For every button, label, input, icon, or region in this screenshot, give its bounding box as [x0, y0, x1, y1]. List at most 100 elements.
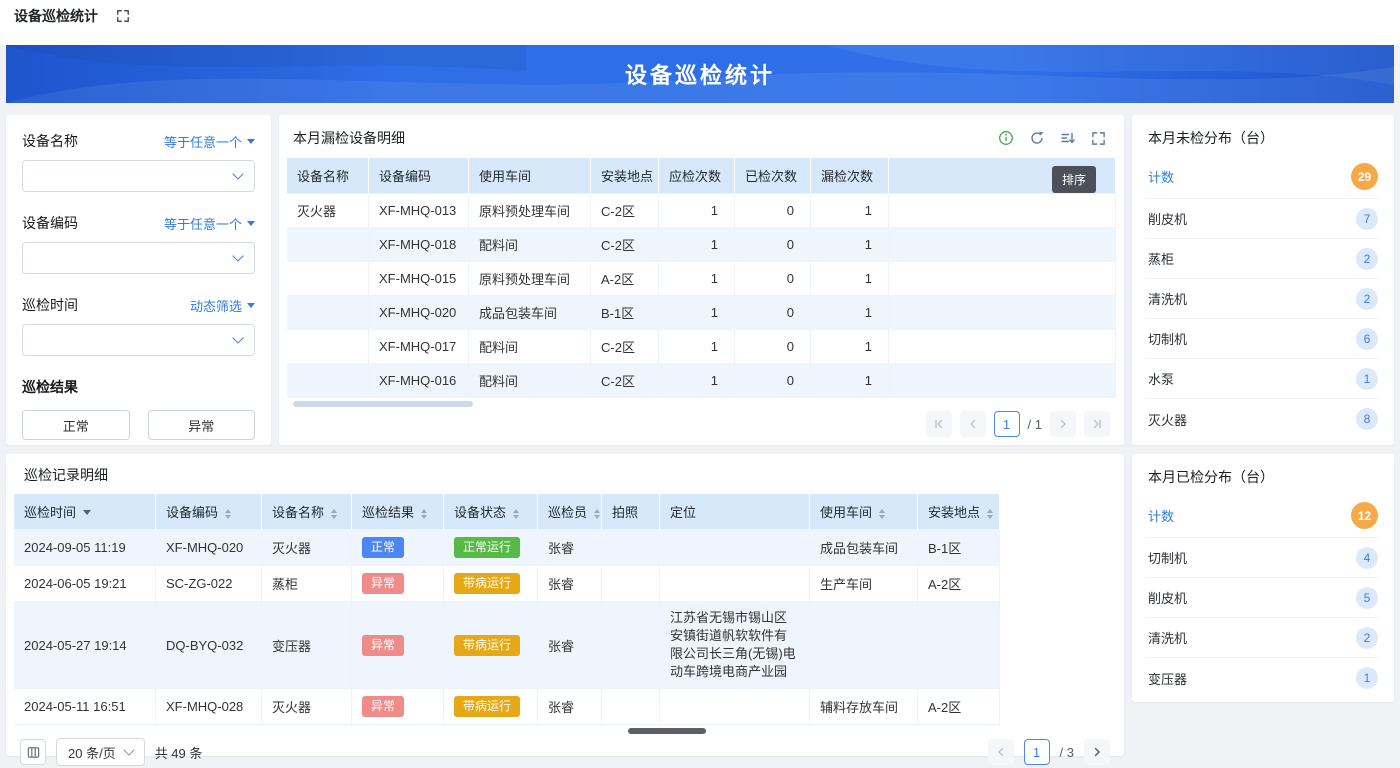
device-name-filter-label: 设备名称: [22, 133, 78, 149]
sort-icon[interactable]: [1060, 130, 1076, 146]
cell-inspector: 张睿: [538, 689, 602, 725]
page-title: 设备巡检统计: [624, 63, 775, 88]
cell-time: 2024-05-11 16:51: [14, 689, 156, 725]
cell-photo: [602, 530, 660, 566]
table-row: XF-MHQ-016 配料间 C-2区 1 0 1: [287, 364, 1116, 398]
cell-device-name: [287, 330, 369, 364]
col-inspection-result[interactable]: 巡检结果: [352, 494, 444, 530]
prev-page-button[interactable]: [987, 739, 1014, 765]
cell-done-count: 0: [735, 364, 811, 398]
window-topbar: 设备巡检统计: [0, 0, 1400, 45]
inspection-time-select[interactable]: [22, 324, 255, 356]
cell-device-code: XF-MHQ-018: [369, 228, 469, 262]
device-code-filter-label: 设备编码: [22, 215, 78, 231]
col-device-status[interactable]: 设备状态: [444, 494, 538, 530]
info-icon[interactable]: [998, 130, 1014, 146]
list-item: 变压器 1: [1146, 658, 1380, 698]
cell-install: [918, 602, 1000, 689]
cell-status: 带病运行: [444, 689, 538, 725]
sort-arrows-icon: [421, 508, 428, 519]
cell-due-count: 1: [659, 262, 735, 296]
scrollbar-thumb[interactable]: [293, 401, 473, 407]
cell-time: 2024-06-05 19:21: [14, 566, 156, 602]
device-name-operator-dropdown[interactable]: 等于任意一个: [164, 132, 255, 151]
cell-device-name: [287, 262, 369, 296]
cell-result: 异常: [352, 566, 444, 602]
col-device-name[interactable]: 设备名称: [262, 494, 352, 530]
cell-device-code: XF-MHQ-017: [369, 330, 469, 364]
device-code-operator-dropdown[interactable]: 等于任意一个: [164, 214, 255, 233]
current-page[interactable]: 1: [1023, 739, 1050, 765]
table-row: 灭火器 XF-MHQ-013 原料预处理车间 C-2区 1 0 1: [287, 194, 1116, 228]
list-item: 清洗机 2: [1146, 279, 1380, 319]
device-name-select[interactable]: [22, 160, 255, 192]
current-page[interactable]: 1: [993, 411, 1020, 437]
refresh-icon[interactable]: [1029, 130, 1045, 146]
cell-install: A-2区: [918, 566, 1000, 602]
status-badge: 带病运行: [454, 634, 521, 656]
result-normal-button[interactable]: 正常: [22, 410, 130, 440]
device-code-select[interactable]: [22, 242, 255, 274]
col-install-location[interactable]: 安装地点: [918, 494, 1000, 530]
page-size-select[interactable]: 20 条/页: [56, 738, 145, 766]
cell-name: 灭火器: [262, 689, 352, 725]
cell-device-name: [287, 364, 369, 398]
next-page-button[interactable]: [1050, 411, 1076, 437]
missed-pagination: 1 / 1: [287, 401, 1116, 445]
cell-device-code: XF-MHQ-016: [369, 364, 469, 398]
count-link[interactable]: 计数: [1148, 506, 1174, 525]
col-location: 定位: [660, 494, 810, 530]
col-workshop[interactable]: 使用车间: [810, 494, 918, 530]
next-page-button[interactable]: [1084, 739, 1110, 765]
cell-workshop: 生产车间: [810, 566, 918, 602]
chevron-down-icon: [232, 250, 244, 262]
cell-install-location: B-1区: [591, 296, 659, 330]
cell-missed-count: 1: [811, 228, 889, 262]
table-row: XF-MHQ-017 配料间 C-2区 1 0 1: [287, 330, 1116, 364]
cell-inspector: 张睿: [538, 602, 602, 689]
result-badge: 异常: [362, 696, 405, 717]
col-device-code[interactable]: 设备编码: [156, 494, 262, 530]
device-code-filter: 设备编码 等于任意一个: [22, 213, 255, 274]
cell-name: 变压器: [262, 602, 352, 689]
records-table: 巡检时间 设备编码 设备名称 巡检结果 设备状态 巡检员 拍照 定位 使用车间 …: [14, 494, 1000, 725]
prev-page-button[interactable]: [959, 411, 986, 437]
value-badge: 4: [1356, 546, 1378, 569]
inspection-time-operator-dropdown[interactable]: 动态筛选: [190, 296, 255, 315]
cell-code: SC-ZG-022: [156, 566, 262, 602]
cell-result: 正常: [352, 530, 444, 566]
result-badge: 正常: [362, 537, 405, 558]
col-workshop: 使用车间: [469, 158, 591, 194]
caret-down-icon: [247, 220, 255, 230]
cell-missed-count: 1: [811, 364, 889, 398]
col-inspector[interactable]: 巡检员: [538, 494, 602, 530]
table-row: 2024-05-27 19:14 DQ-BYQ-032 变压器 异常 带病运行 …: [14, 602, 1000, 689]
cell-workshop: 配料间: [469, 330, 591, 364]
cell-code: DQ-BYQ-032: [156, 602, 262, 689]
cell-device-code: XF-MHQ-013: [369, 194, 469, 228]
value-badge: 7: [1356, 207, 1378, 230]
missed-inspection-panel: 本月漏检设备明细 排序 设备名称 设备编码 使用车间 安装地点 应检次数 已检次…: [279, 115, 1124, 445]
cell-due-count: 1: [659, 364, 735, 398]
table-row: 2024-06-05 19:21 SC-ZG-022 蒸柜 异常 带病运行 张睿…: [14, 566, 1000, 602]
count-link[interactable]: 计数: [1148, 167, 1174, 186]
count-row: 计数 12: [1146, 494, 1380, 538]
fullscreen-expand-icon[interactable]: [116, 9, 130, 23]
list-item: 灭火器 8: [1146, 399, 1380, 439]
missed-panel-title: 本月漏检设备明细: [293, 130, 405, 146]
last-page-button[interactable]: [1084, 411, 1110, 437]
cell-due-count: 1: [659, 330, 735, 364]
cell-photo: [602, 566, 660, 602]
value-badge: 2: [1356, 287, 1378, 310]
caret-down-icon: [247, 138, 255, 148]
first-page-button[interactable]: [925, 411, 952, 437]
column-settings-icon[interactable]: [20, 739, 46, 765]
table-row: XF-MHQ-020 成品包装车间 B-1区 1 0 1: [287, 296, 1116, 330]
cell-done-count: 0: [735, 296, 811, 330]
result-abnormal-button[interactable]: 异常: [147, 410, 255, 440]
fullscreen-icon[interactable]: [1091, 131, 1106, 146]
col-inspection-time[interactable]: 巡检时间: [14, 494, 156, 530]
list-item: 切制机 4: [1146, 538, 1380, 578]
scrollbar-thumb[interactable]: [628, 728, 706, 734]
cell-install-location: C-2区: [591, 194, 659, 228]
